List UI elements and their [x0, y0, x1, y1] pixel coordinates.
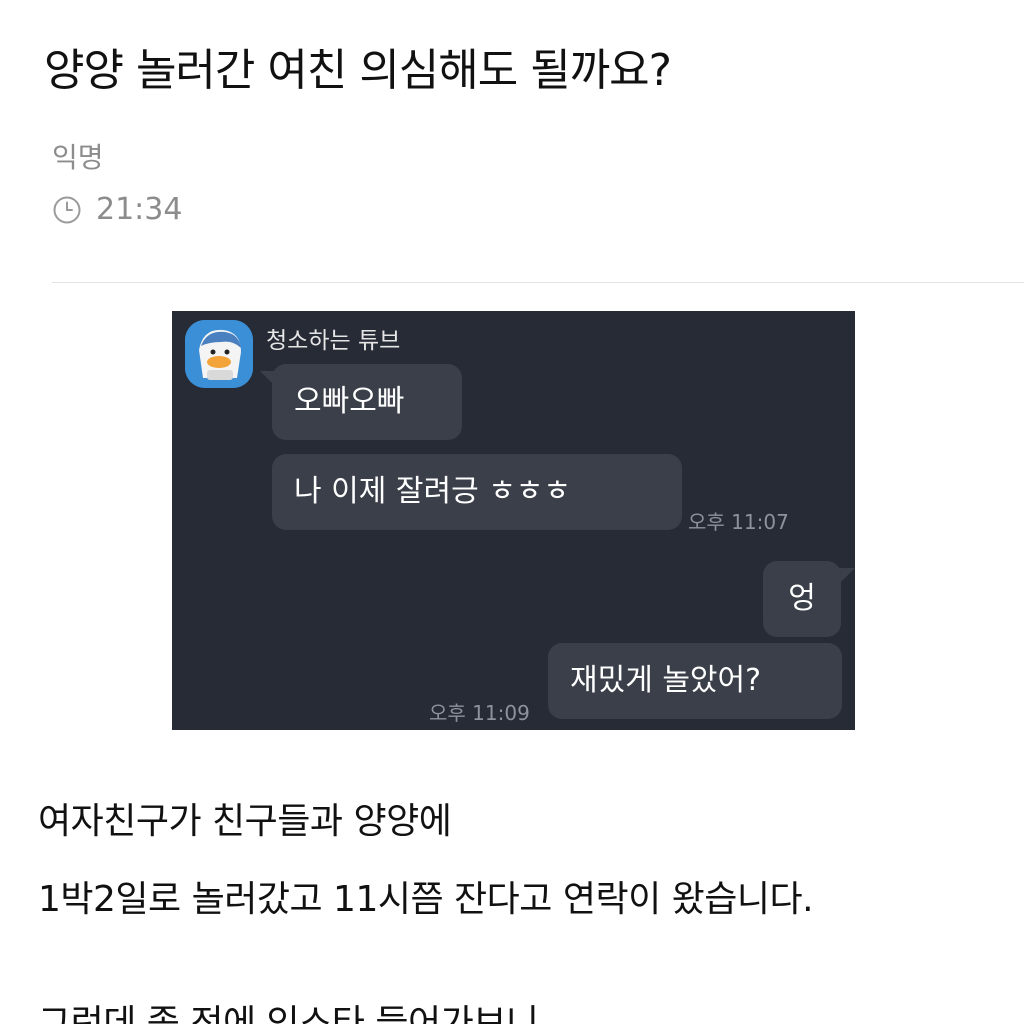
message-time: 오후 11:09 — [429, 701, 530, 725]
message-time: 오후 11:07 — [688, 510, 789, 534]
chat-bubble-incoming[interactable]: 오빠오빠 — [272, 364, 462, 440]
bubble-tail — [839, 568, 855, 584]
header-divider — [52, 282, 1024, 283]
chat-sender-name: 청소하는 튜브 — [266, 328, 401, 354]
clock-icon — [53, 196, 81, 223]
post-body-line: 그런데 좀 전에 인스타 들어가보니 — [38, 1003, 539, 1024]
post-page: 양양 놀러간 여친 의심해도 될까요? 익명 21:34 청소하는 튜브 오빠오… — [0, 0, 1024, 1024]
chat-bubble-outgoing[interactable]: 재밌게 놀았어? — [548, 643, 842, 719]
duck-character-avatar — [185, 320, 253, 388]
chat-bubble-incoming[interactable]: 나 이제 잘려긍 ㅎㅎㅎ — [272, 454, 682, 530]
author-name[interactable]: 익명 — [52, 136, 104, 176]
post-title: 양양 놀러간 여친 의심해도 될까요? — [44, 45, 672, 96]
post-body-line: 여자친구가 친구들과 양양에 — [38, 801, 452, 842]
chat-screenshot[interactable]: 청소하는 튜브 오빠오빠 나 이제 잘려긍 ㅎㅎㅎ 오후 11:07 엉 재밌게… — [172, 311, 855, 730]
chat-bubble-outgoing[interactable]: 엉 — [763, 561, 841, 637]
post-body-line: 1박2일로 놀러갔고 11시쯤 잔다고 연락이 왔습니다. — [38, 879, 814, 920]
post-timestamp: 21:34 — [52, 192, 182, 227]
post-time: 21:34 — [96, 192, 183, 227]
duck-icon — [185, 320, 253, 388]
